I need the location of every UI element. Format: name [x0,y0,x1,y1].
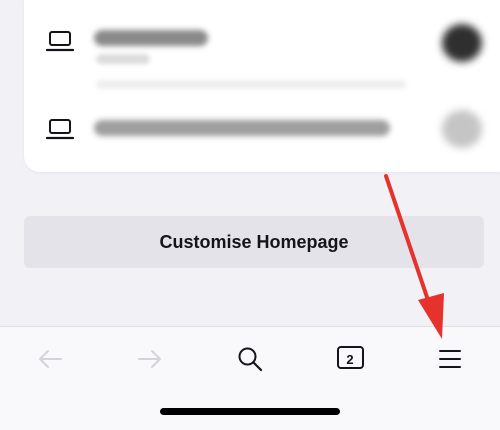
redacted-tab-title [94,120,390,136]
synced-tabs-card [24,0,500,172]
redacted-tab-device [96,54,150,64]
home-indicator [160,408,340,415]
redacted-tab-url [96,80,406,89]
arrow-left-icon [39,350,62,368]
arrow-right-icon [138,350,161,368]
redacted-tab-title [94,30,208,46]
synced-tab-row[interactable] [24,108,500,158]
search-button[interactable] [222,339,278,379]
back-button[interactable] [22,339,78,379]
laptop-icon [46,119,74,140]
tabs-button[interactable]: 2 [322,339,378,379]
tab-count: 2 [346,351,354,367]
synced-tab-row[interactable] [24,18,500,98]
laptop-icon [46,31,74,52]
customise-homepage-button[interactable]: Customise Homepage [24,216,484,268]
menu-button[interactable] [422,339,478,379]
menu-icon [439,350,461,368]
forward-button[interactable] [122,339,178,379]
redacted-tab-favicon [442,24,482,62]
search-icon [238,347,263,372]
redacted-tab-favicon [442,110,482,148]
